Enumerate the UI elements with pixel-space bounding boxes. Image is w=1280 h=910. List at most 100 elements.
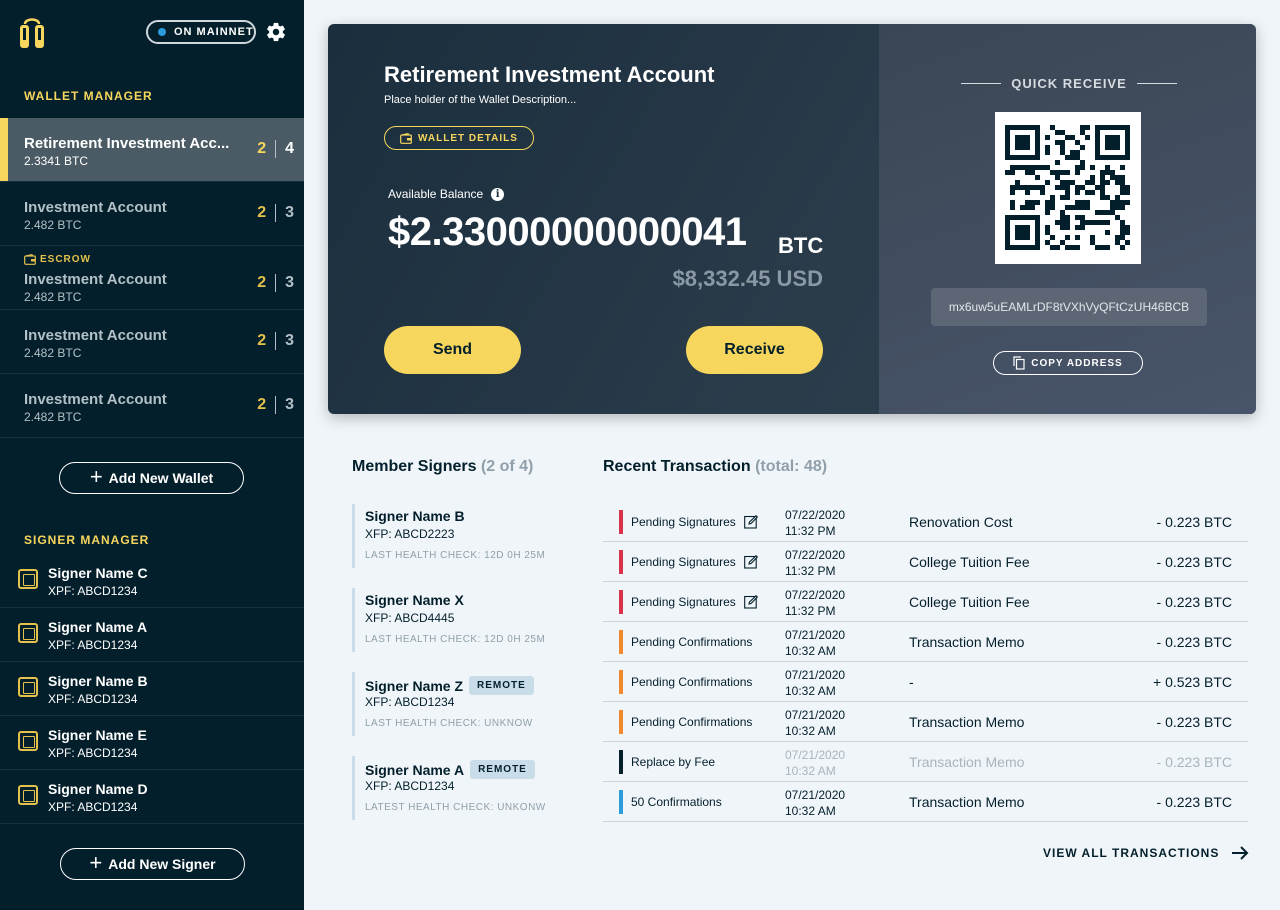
required-signers: 2 (257, 204, 267, 221)
status-text: Pending Confirmations (631, 715, 753, 729)
transaction-status: 50 Confirmations (631, 795, 722, 809)
wallet-item[interactable]: Retirement Investment Acc... 2.3341 BTC … (0, 118, 304, 182)
receive-button[interactable]: Receive (686, 326, 823, 374)
quick-receive-title: QUICK RECEIVE (1011, 76, 1127, 91)
member-signers-label: Member Signers (352, 458, 477, 475)
ratio-divider (275, 204, 277, 222)
signer-list: Signer Name C XPF: ABCD1234 Signer Name … (0, 554, 304, 824)
transaction-time: 10:32 AM (785, 684, 836, 698)
member-signer-card[interactable]: Signer Name X XFP: ABCD4445 LAST HEALTH … (352, 588, 552, 652)
wallet-balance: 2.482 BTC (24, 218, 82, 232)
status-text: Pending Signatures (631, 595, 736, 609)
signer-name: Signer Name C (48, 565, 148, 581)
receive-address[interactable]: mx6uw5uEAMLrDF8tVXhVyQFtCzUH46BCB (931, 288, 1207, 326)
status-text: Pending Signatures (631, 515, 736, 529)
transaction-row[interactable]: 50 Confirmations 07/21/2020 10:32 AM Transa… (603, 782, 1248, 822)
transaction-row[interactable]: Pending Confirmations 07/21/2020 10:32 AM T… (603, 622, 1248, 662)
required-signers: 2 (257, 332, 267, 349)
member-name-row: Signer Name B (365, 508, 465, 524)
member-health-check: LATEST HEALTH CHECK: UNKONW (365, 802, 546, 813)
transaction-status: Pending Confirmations (631, 675, 752, 689)
wallet-name: Investment Account (24, 327, 167, 344)
btc-balance: $2.33000000000041 (388, 210, 747, 254)
wallet-description: Place holder of the Wallet Description..… (384, 94, 577, 106)
signer-item[interactable]: Signer Name C XPF: ABCD1234 (0, 554, 304, 608)
add-signer-button[interactable]: + Add New Signer (60, 848, 245, 880)
member-name: Signer Name X (365, 592, 464, 608)
status-text: Pending Confirmations (631, 675, 753, 689)
status-indicator (619, 670, 623, 694)
signer-item[interactable]: Signer Name A XPF: ABCD1234 (0, 608, 304, 662)
member-signer-card[interactable]: Signer Name Z REMOTE XFP: ABCD1234 LAST H… (352, 672, 552, 736)
wallet-item[interactable]: Investment Account 2.482 BTC 2 3 (0, 310, 304, 374)
status-indicator (619, 630, 623, 654)
member-xfp: XFP: ABCD4445 (365, 611, 455, 625)
signer-xfp: XPF: ABCD1234 (48, 746, 138, 760)
transaction-time: 10:32 AM (785, 804, 836, 818)
transaction-row[interactable]: Pending Confirmations 07/21/2020 10:32 AM -… (603, 662, 1248, 702)
transaction-date: 07/21/2020 (785, 748, 846, 762)
view-all-transactions-link[interactable]: VIEW ALL TRANSACTIONS (1043, 845, 1249, 861)
transaction-datetime: 07/21/2020 10:32 AM (785, 667, 845, 699)
plus-icon: + (89, 850, 103, 875)
wallet-details-button[interactable]: WALLET DETAILS (384, 126, 534, 150)
transaction-amount: - 0.223 BTC (1156, 794, 1232, 810)
transaction-row[interactable]: Pending Signatures 07/22/2020 11:32 PM Reno… (603, 502, 1248, 542)
wallet-name: Investment Account (24, 199, 167, 216)
total-signers: 4 (285, 140, 294, 157)
transaction-status: Pending Confirmations (631, 635, 752, 649)
send-button[interactable]: Send (384, 326, 521, 374)
status-text: Pending Confirmations (631, 635, 753, 649)
edit-icon[interactable] (743, 595, 758, 609)
wallet-item[interactable]: Investment Account 2.482 BTC 2 3 (0, 374, 304, 438)
edit-icon[interactable] (743, 515, 758, 529)
member-signer-card[interactable]: Signer Name B XFP: ABCD2223 LAST HEALTH … (352, 504, 552, 568)
member-health-check: LAST HEALTH CHECK: UNKNOW (365, 718, 533, 729)
transaction-date: 07/21/2020 (785, 708, 846, 722)
view-all-label: VIEW ALL TRANSACTIONS (1043, 846, 1220, 860)
network-status-badge: ON MAINNET (146, 20, 256, 44)
edit-icon[interactable] (743, 555, 758, 569)
remote-badge: REMOTE (470, 760, 535, 779)
gear-icon[interactable] (265, 21, 287, 43)
add-wallet-button[interactable]: + Add New Wallet (59, 462, 244, 494)
hardware-key-icon (18, 569, 38, 589)
member-name-row: Signer Name X (365, 592, 464, 608)
escrow-badge: ESCROW (24, 254, 91, 265)
add-signer-label: Add New Signer (108, 856, 216, 872)
remote-badge: REMOTE (469, 676, 534, 695)
status-text: Pending Signatures (631, 555, 736, 569)
sidebar: ON MAINNET WALLET MANAGER Retirement Inv… (0, 0, 304, 910)
copy-address-button[interactable]: COPY ADDRESS (993, 351, 1143, 375)
signer-item[interactable]: Signer Name E XPF: ABCD1234 (0, 716, 304, 770)
transaction-amount: + 0.523 BTC (1153, 674, 1232, 690)
transaction-datetime: 07/21/2020 10:32 AM (785, 707, 845, 739)
wallet-signer-ratio: 2 3 (257, 332, 294, 350)
transaction-status: Pending Signatures (631, 515, 758, 529)
transaction-memo: Transaction Memo (909, 754, 1025, 770)
usd-balance: $8,332.45 USD (672, 266, 823, 291)
transaction-row[interactable]: Pending Signatures 07/22/2020 11:32 PM Coll… (603, 542, 1248, 582)
signer-name: Signer Name E (48, 727, 147, 743)
transaction-datetime: 07/22/2020 11:32 PM (785, 547, 845, 579)
transaction-memo: Renovation Cost (909, 514, 1013, 530)
transaction-time: 11:32 PM (785, 604, 836, 618)
transaction-memo: Transaction Memo (909, 714, 1025, 730)
signer-name: Signer Name A (48, 619, 148, 635)
wallet-item[interactable]: Investment Account 2.482 BTC 2 3 (0, 182, 304, 246)
wallet-title: Retirement Investment Account (384, 62, 715, 87)
wallet-balance: 2.3341 BTC (24, 154, 89, 168)
transaction-row[interactable]: Replace by Fee 07/21/2020 10:32 AM Transact… (603, 742, 1248, 782)
transaction-date: 07/21/2020 (785, 668, 846, 682)
wallet-item[interactable]: ESCROW Investment Account 2.482 BTC 2 3 (0, 246, 304, 310)
info-icon[interactable]: i (491, 187, 505, 201)
transaction-row[interactable]: Pending Confirmations 07/21/2020 10:32 AM T… (603, 702, 1248, 742)
transaction-row[interactable]: Pending Signatures 07/22/2020 11:32 PM Coll… (603, 582, 1248, 622)
signer-item[interactable]: Signer Name D XPF: ABCD1234 (0, 770, 304, 824)
signer-item[interactable]: Signer Name B XPF: ABCD1234 (0, 662, 304, 716)
divider (1136, 83, 1177, 84)
transaction-date: 07/22/2020 (785, 588, 846, 602)
add-wallet-label: Add New Wallet (108, 470, 214, 486)
transaction-date: 07/21/2020 (785, 628, 846, 642)
member-signer-card[interactable]: Signer Name A REMOTE XFP: ABCD1234 LATEST… (352, 756, 552, 820)
